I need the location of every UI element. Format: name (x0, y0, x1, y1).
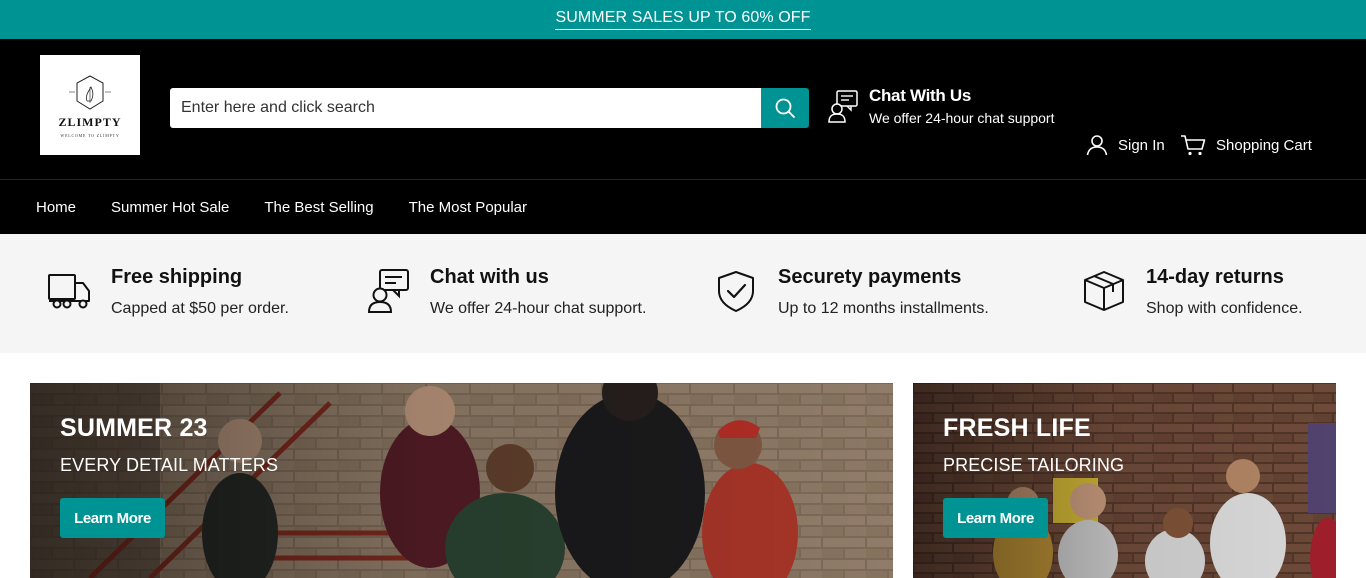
feature-free-shipping: Free shipping Capped at $50 per order. (46, 264, 289, 318)
chat-subtitle: We offer 24-hour chat support (869, 110, 1055, 126)
banner-subtitle: EVERY DETAIL MATTERS (60, 455, 279, 475)
feature-chat: Chat with us We offer 24-hour chat suppo… (365, 264, 646, 318)
box-icon (1084, 271, 1124, 311)
search-icon (775, 98, 795, 118)
feature-title: Chat with us (430, 266, 549, 288)
feature-title: Free shipping (111, 266, 243, 288)
nav-item-summer-hot-sale[interactable]: Summer Hot Sale (111, 199, 229, 216)
chat-support-icon (828, 90, 858, 123)
learn-more-button[interactable]: Learn More (943, 498, 1048, 538)
banner-photo-group-of-friends (30, 383, 893, 578)
sign-in-link[interactable]: Sign In (1086, 134, 1165, 156)
logo[interactable]: ZLIMPTY WELCOME TO ZLIMPTY (40, 55, 140, 155)
site-header: ZLIMPTY WELCOME TO ZLIMPTY Chat With Us … (0, 39, 1366, 179)
feature-text: Shop with confidence. (1146, 300, 1303, 317)
logo-tagline: WELCOME TO ZLIMPTY (60, 132, 120, 138)
banner-title: FRESH LIFE (943, 414, 1091, 442)
shield-check-icon (718, 271, 754, 312)
shopping-cart-label: Shopping Cart (1216, 136, 1312, 154)
banner-photo-friends-partying (913, 383, 1336, 578)
nav-item-home[interactable]: Home (36, 199, 76, 216)
feature-returns: 14-day returns Shop with confidence. (1081, 264, 1303, 318)
learn-more-button[interactable]: Learn More (60, 498, 165, 538)
promo-link[interactable]: SUMMER SALES UP TO 60% OFF (555, 9, 811, 30)
logo-emblem-icon (69, 74, 111, 110)
truck-icon (48, 274, 90, 309)
features-bar: Free shipping Capped at $50 per order. C… (0, 234, 1366, 353)
feature-text: Up to 12 months installments. (778, 300, 989, 317)
feature-title: Securety payments (778, 266, 962, 288)
promo-bar: SUMMER SALES UP TO 60% OFF (0, 0, 1366, 39)
main-nav: Home Summer Hot Sale The Best Selling Th… (0, 179, 1366, 234)
chat-with-us-link[interactable]: Chat With Us We offer 24-hour chat suppo… (827, 86, 1054, 126)
search-input[interactable] (170, 88, 761, 128)
banner-title: SUMMER 23 (60, 414, 208, 442)
hero-banner-fresh-life[interactable]: FRESH LIFE PRECISE TAILORING Learn More (913, 383, 1336, 578)
feature-text: We offer 24-hour chat support. (430, 300, 647, 317)
nav-item-best-selling[interactable]: The Best Selling (264, 199, 373, 216)
hero-banner-summer[interactable]: SUMMER 23 EVERY DETAIL MATTERS Learn Mor… (30, 383, 893, 578)
sign-in-label: Sign In (1118, 136, 1165, 154)
user-icon (1086, 135, 1108, 156)
chat-support-icon (367, 269, 409, 313)
feature-secure-payments: Securety payments Up to 12 months instal… (713, 264, 989, 318)
banner-subtitle: PRECISE TAILORING (943, 455, 1125, 475)
logo-name: ZLIMPTY (58, 114, 122, 129)
feature-text: Capped at $50 per order. (111, 300, 289, 317)
cart-icon (1181, 135, 1206, 156)
hero-banners: SUMMER 23 EVERY DETAIL MATTERS Learn Mor… (0, 353, 1366, 578)
nav-item-most-popular[interactable]: The Most Popular (409, 199, 527, 216)
shopping-cart-link[interactable]: Shopping Cart (1180, 134, 1312, 156)
chat-title: Chat With Us (869, 86, 972, 105)
feature-title: 14-day returns (1146, 266, 1284, 288)
search-button[interactable] (761, 88, 809, 128)
search-bar (170, 88, 809, 128)
